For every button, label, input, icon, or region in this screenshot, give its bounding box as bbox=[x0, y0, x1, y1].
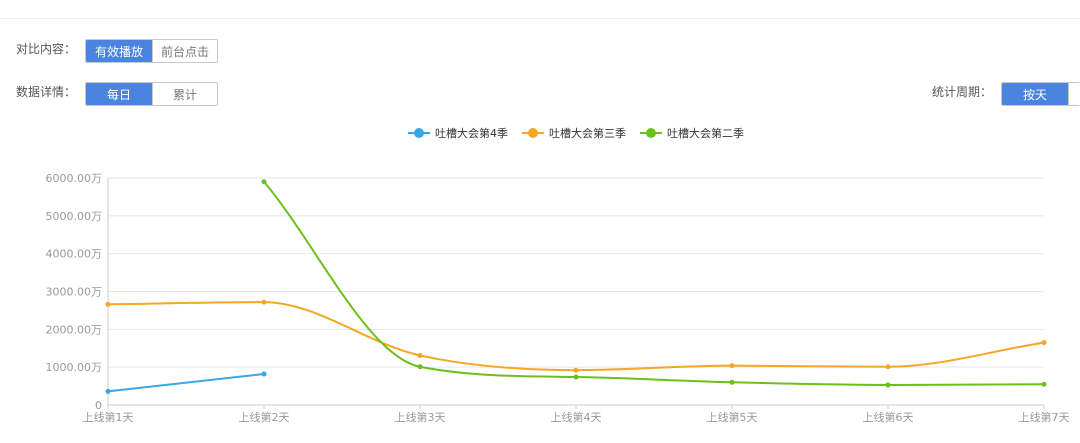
y-tick-label: 6000.00万 bbox=[46, 172, 103, 185]
y-tick-label: 4000.00万 bbox=[46, 248, 103, 261]
x-axis: 上线第1天 上线第2天 上线第3天 上线第4天 上线第5天 上线第6天 上线第7天 bbox=[83, 405, 1070, 424]
period-option-by-day[interactable]: 按天 bbox=[1002, 83, 1068, 105]
data-point bbox=[729, 379, 735, 385]
data-point bbox=[729, 363, 735, 369]
data-point bbox=[105, 388, 111, 394]
y-tick-label: 3000.00万 bbox=[46, 286, 103, 299]
data-point bbox=[261, 299, 267, 305]
data-point bbox=[1041, 381, 1047, 387]
x-tick-label: 上线第3天 bbox=[395, 410, 446, 424]
y-axis: 01000.00万2000.00万3000.00万4000.00万5000.00… bbox=[46, 172, 109, 412]
period-option-next[interactable] bbox=[1068, 83, 1080, 105]
y-tick-label: 2000.00万 bbox=[46, 323, 103, 336]
x-tick-label: 上线第1天 bbox=[83, 410, 134, 424]
data-point bbox=[885, 382, 891, 388]
data-point bbox=[261, 179, 267, 185]
series-line bbox=[107, 372, 265, 393]
legend-label: 吐槽大会第4季 bbox=[435, 126, 508, 140]
detail-option-cumulative[interactable]: 累计 bbox=[152, 83, 217, 105]
top-divider bbox=[0, 18, 1080, 19]
data-point bbox=[417, 352, 423, 358]
y-tick-label: 5000.00万 bbox=[46, 210, 103, 223]
x-tick-label: 上线第6天 bbox=[863, 410, 914, 424]
legend-marker bbox=[528, 128, 538, 138]
legend-label: 吐槽大会第三季 bbox=[549, 126, 626, 140]
data-point bbox=[105, 301, 111, 307]
x-tick-label: 上线第4天 bbox=[551, 410, 602, 424]
period-label: 统计周期： bbox=[932, 85, 993, 99]
y-tick-label: 1000.00万 bbox=[46, 361, 103, 374]
compare-toggle: 有效播放 前台点击 bbox=[85, 39, 218, 63]
data-point bbox=[573, 367, 579, 373]
detail-label: 数据详情： bbox=[16, 85, 77, 99]
chart-legend: 吐槽大会第4季 吐槽大会第三季 吐槽大会第二季 bbox=[408, 126, 744, 140]
series-line bbox=[107, 301, 1045, 372]
data-point bbox=[261, 371, 267, 377]
legend-item-3: 吐槽大会第二季 bbox=[640, 126, 744, 140]
line-chart: 吐槽大会第4季 吐槽大会第三季 吐槽大会第二季 01000.00万2000.00万3… bbox=[46, 126, 1070, 424]
detail-option-daily[interactable]: 每日 bbox=[86, 83, 152, 105]
data-point bbox=[417, 364, 423, 370]
legend-item-1: 吐槽大会第4季 bbox=[408, 126, 508, 140]
period-toggle: 按天 bbox=[1001, 82, 1080, 106]
series-1 bbox=[105, 371, 267, 394]
series-3 bbox=[261, 179, 1047, 388]
compare-option-front-click[interactable]: 前台点击 bbox=[152, 40, 217, 62]
legend-label: 吐槽大会第二季 bbox=[667, 126, 744, 140]
compare-option-valid-play[interactable]: 有效播放 bbox=[86, 40, 152, 62]
x-tick-label: 上线第2天 bbox=[239, 410, 290, 424]
series-2 bbox=[105, 299, 1047, 373]
compare-label: 对比内容： bbox=[16, 42, 77, 56]
legend-marker bbox=[646, 128, 656, 138]
detail-toggle: 每日 累计 bbox=[85, 82, 218, 106]
x-tick-label: 上线第7天 bbox=[1019, 410, 1070, 424]
data-point bbox=[885, 364, 891, 370]
data-point bbox=[573, 374, 579, 380]
legend-item-2: 吐槽大会第三季 bbox=[522, 126, 626, 140]
x-tick-label: 上线第5天 bbox=[707, 410, 758, 424]
series-line bbox=[263, 181, 1045, 386]
chart-series bbox=[105, 179, 1047, 394]
data-point bbox=[1041, 340, 1047, 346]
legend-marker bbox=[414, 128, 424, 138]
